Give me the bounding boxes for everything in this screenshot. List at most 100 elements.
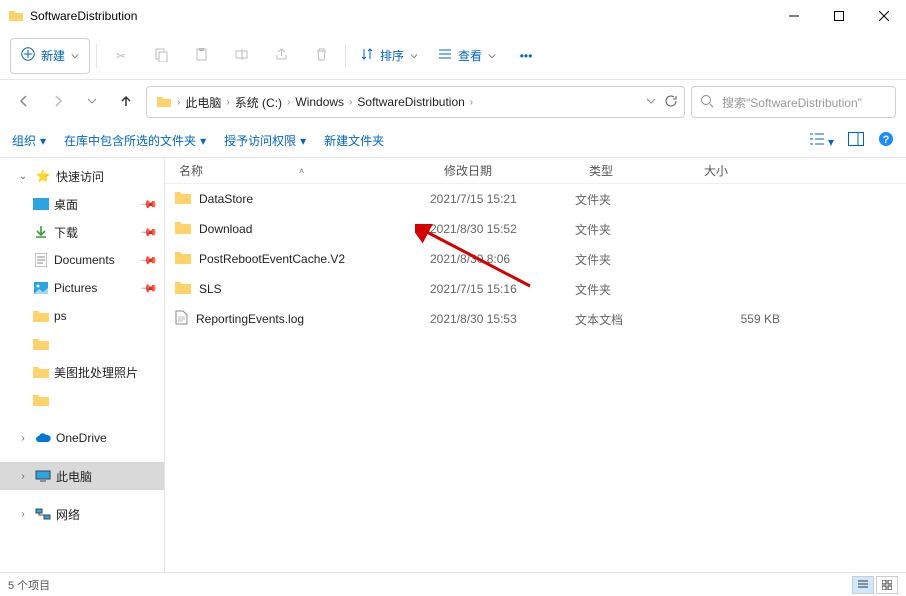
chevron-right-icon[interactable]: › — [16, 509, 30, 520]
cut-button[interactable]: ✂ — [103, 38, 139, 74]
close-button[interactable] — [861, 0, 906, 32]
cloud-icon — [34, 433, 52, 443]
recent-button[interactable] — [78, 88, 106, 116]
arrow-up-icon — [119, 94, 133, 111]
caret-icon[interactable]: › — [224, 97, 231, 108]
file-row[interactable]: Download 2021/8/30 15:52 文件夹 — [165, 214, 906, 244]
chevron-down-icon: ▾ — [300, 134, 306, 148]
preview-pane-button[interactable] — [848, 132, 864, 149]
chevron-down-icon[interactable]: ⌄ — [16, 171, 30, 182]
file-date: 2021/7/15 15:16 — [430, 282, 575, 296]
file-name: SLS — [199, 282, 222, 296]
address-bar[interactable]: › 此电脑 › 系统 (C:) › Windows › SoftwareDist… — [146, 86, 685, 118]
back-button[interactable] — [10, 88, 38, 116]
column-name[interactable]: 名称˄ — [165, 162, 430, 179]
grant-access-button[interactable]: 授予访问权限▾ — [224, 132, 306, 149]
search-icon — [700, 94, 714, 111]
file-row[interactable]: SLS 2021/7/15 15:16 文件夹 — [165, 274, 906, 304]
status-bar: 5 个项目 — [0, 572, 906, 596]
file-row[interactable]: ReportingEvents.log 2021/8/30 15:53 文本文档… — [165, 304, 906, 334]
help-button[interactable]: ? — [878, 131, 894, 150]
folder-icon — [32, 394, 50, 406]
rename-icon — [234, 47, 249, 65]
tree-pictures[interactable]: Pictures📌 — [0, 274, 164, 302]
minimize-button[interactable] — [771, 0, 816, 32]
column-type[interactable]: 类型 — [575, 162, 690, 179]
chevron-down-icon — [71, 49, 79, 63]
share-button[interactable] — [263, 38, 299, 74]
breadcrumb-segment[interactable]: 系统 (C:) — [232, 90, 285, 114]
file-row[interactable]: PostRebootEventCache.V2 2021/8/30 8:06 文… — [165, 244, 906, 274]
new-folder-label: 新建文件夹 — [324, 132, 384, 149]
column-headers: 名称˄ 修改日期 类型 大小 — [165, 158, 906, 184]
file-icon — [175, 310, 188, 328]
file-type: 文件夹 — [575, 251, 690, 268]
view-button[interactable]: 查看 — [430, 38, 504, 74]
tree-onedrive[interactable]: ›OneDrive — [0, 424, 164, 452]
tree-label: 美图批处理照片 — [54, 364, 138, 381]
refresh-button[interactable] — [664, 94, 678, 111]
file-date: 2021/8/30 8:06 — [430, 252, 575, 266]
file-list: 名称˄ 修改日期 类型 大小 DataStore 2021/7/15 15:21… — [165, 158, 906, 572]
forward-button[interactable] — [44, 88, 72, 116]
file-date: 2021/7/15 15:21 — [430, 192, 575, 206]
include-in-library-button[interactable]: 在库中包含所选的文件夹▾ — [64, 132, 206, 149]
tree-folder-meitu[interactable]: 美图批处理照片 — [0, 358, 164, 386]
file-type: 文件夹 — [575, 221, 690, 238]
document-icon — [32, 253, 50, 267]
paste-button[interactable] — [183, 38, 219, 74]
tree-documents[interactable]: Documents📌 — [0, 246, 164, 274]
breadcrumb-segment[interactable]: 此电脑 — [182, 90, 224, 114]
more-button[interactable]: ••• — [508, 38, 544, 74]
tree-folder-generic[interactable] — [0, 330, 164, 358]
sort-icon — [360, 47, 374, 64]
change-view-button[interactable]: ▾ — [809, 132, 834, 149]
folder-icon — [32, 366, 50, 378]
new-button[interactable]: 新建 — [10, 38, 90, 74]
maximize-button[interactable] — [816, 0, 861, 32]
chevron-down-icon — [488, 49, 496, 63]
column-size[interactable]: 大小 — [690, 162, 800, 179]
new-folder-button[interactable]: 新建文件夹 — [324, 132, 384, 149]
window-controls — [771, 0, 906, 32]
rename-button[interactable] — [223, 38, 259, 74]
search-box[interactable]: 搜索"SoftwareDistribution" — [691, 86, 896, 118]
tree-downloads[interactable]: 下载📌 — [0, 218, 164, 246]
tree-this-pc[interactable]: › 此电脑 — [0, 462, 164, 490]
caret-icon[interactable]: › — [347, 97, 354, 108]
caret-icon[interactable]: › — [175, 97, 182, 108]
file-row[interactable]: DataStore 2021/7/15 15:21 文件夹 — [165, 184, 906, 214]
up-button[interactable] — [112, 88, 140, 116]
caret-icon[interactable]: › — [468, 97, 475, 108]
pin-icon: 📌 — [140, 195, 159, 214]
details-view-button[interactable] — [852, 576, 874, 594]
sort-indicator-icon: ˄ — [299, 166, 304, 176]
delete-button[interactable] — [303, 38, 339, 74]
tree-network[interactable]: › 网络 — [0, 500, 164, 528]
tree-folder-ps[interactable]: ps — [0, 302, 164, 330]
tree-label: 此电脑 — [56, 468, 92, 485]
chevron-right-icon[interactable]: › — [16, 433, 30, 444]
tree-desktop[interactable]: 桌面 📌 — [0, 190, 164, 218]
file-type: 文本文档 — [575, 311, 690, 328]
copy-button[interactable] — [143, 38, 179, 74]
tree-label: 网络 — [56, 506, 80, 523]
sort-button[interactable]: 排序 — [352, 38, 426, 74]
tree-folder-generic[interactable] — [0, 386, 164, 414]
caret-icon[interactable]: › — [285, 97, 292, 108]
breadcrumb-segment[interactable]: SoftwareDistribution — [354, 90, 467, 114]
sort-label: 排序 — [380, 47, 404, 64]
organize-button[interactable]: 组织▾ — [12, 132, 46, 149]
organize-label: 组织 — [12, 132, 36, 149]
picture-icon — [32, 282, 50, 294]
chevron-down-icon[interactable] — [646, 95, 656, 109]
tree-quick-access[interactable]: ⌄⭐快速访问 — [0, 162, 164, 190]
tree-label: Documents — [54, 253, 115, 267]
icons-view-button[interactable] — [876, 576, 898, 594]
breadcrumb-segment[interactable]: Windows — [292, 90, 347, 114]
tree-label: 桌面 — [54, 196, 78, 213]
column-date[interactable]: 修改日期 — [430, 162, 575, 179]
chevron-down-icon — [87, 95, 97, 109]
window-title: SoftwareDistribution — [30, 9, 771, 23]
chevron-right-icon[interactable]: › — [16, 471, 30, 482]
